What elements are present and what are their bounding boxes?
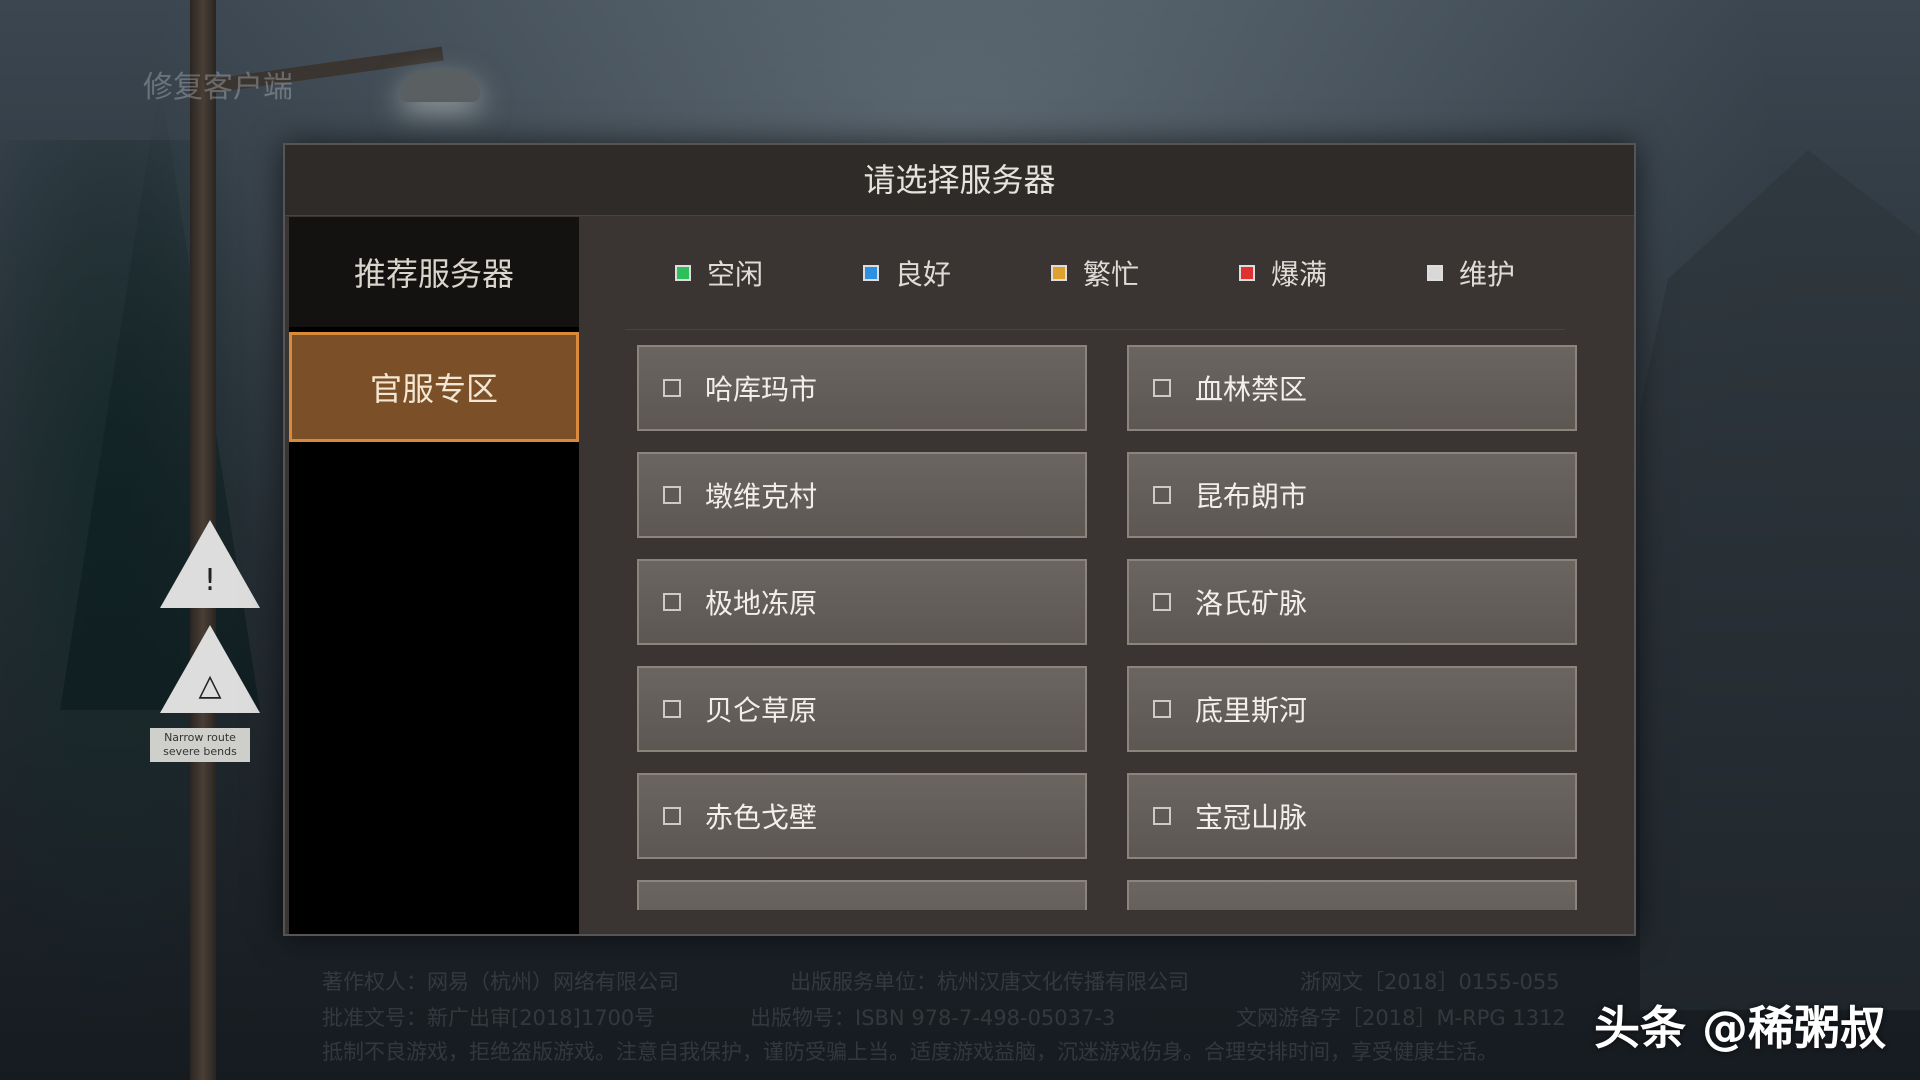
server-status-icon (663, 807, 681, 825)
server-name: 哈库玛市 (705, 373, 818, 406)
legend-label: 维护 (1458, 258, 1515, 291)
server-name: 墩维克村 (705, 480, 818, 513)
status-good-icon (862, 265, 879, 281)
footer-isbn: 出版物号：ISBN 978-7-498-05037-3 (750, 1006, 1116, 1030)
server-status-icon (663, 486, 681, 504)
road-sign-plate: Narrow route severe bends (150, 728, 250, 762)
server-name: 极地冻原 (705, 587, 818, 620)
footer-copyright-owner: 著作权人：网易（杭州）网络有限公司 (322, 970, 679, 994)
server-status-icon (1153, 379, 1171, 397)
status-idle-icon (674, 265, 691, 281)
repair-client-button[interactable]: 修复客户端 (143, 62, 293, 106)
footer-approval-number: 批准文号：新广出审[2018]1700号 (322, 1006, 656, 1030)
street-lamp-icon (400, 70, 480, 102)
server-button[interactable] (637, 880, 1087, 910)
legend-item-idle: 空闲 (674, 253, 763, 293)
sidebar-item-official[interactable]: 官服专区 (289, 332, 579, 442)
server-name: 赤色戈壁 (705, 801, 818, 834)
server-status-icon (663, 593, 681, 611)
legend-item-maintenance: 维护 (1426, 253, 1515, 293)
footer-publisher: 出版服务单位：杭州汉唐文化传播有限公司 (790, 970, 1189, 994)
footer-license: 浙网文［2018］0155-055 (1300, 970, 1560, 994)
server-button[interactable]: 哈库玛市 (637, 345, 1087, 431)
server-list[interactable]: 哈库玛市 血林禁区 墩维克村 昆布朗市 极地冻原 洛氏矿脉 贝仑草原 底里斯河 (637, 345, 1587, 910)
server-button[interactable]: 赤色戈壁 (637, 773, 1087, 859)
status-full-icon (1238, 265, 1255, 281)
server-button[interactable]: 贝仑草原 (637, 666, 1087, 752)
server-status-icon (1153, 486, 1171, 504)
background-house (1640, 150, 1920, 1010)
warning-sign-icon: ! (160, 520, 260, 608)
sidebar-item-label: 官服专区 (369, 370, 498, 408)
server-button[interactable]: 昆布朗市 (1127, 452, 1577, 538)
dialog-title: 请选择服务器 (285, 145, 1634, 216)
server-name: 洛氏矿脉 (1195, 587, 1308, 620)
server-name: 昆布朗市 (1195, 480, 1308, 513)
server-name: 贝仑草原 (705, 694, 818, 727)
legend-item-busy: 繁忙 (1050, 253, 1139, 293)
server-button[interactable]: 极地冻原 (637, 559, 1087, 645)
server-button[interactable]: 洛氏矿脉 (1127, 559, 1577, 645)
server-name: 血林禁区 (1195, 373, 1308, 406)
server-name: 底里斯河 (1195, 694, 1308, 727)
legend-label: 爆满 (1270, 258, 1327, 291)
server-button[interactable]: 墩维克村 (637, 452, 1087, 538)
server-status-icon (663, 700, 681, 718)
deer-crossing-sign-icon: △ (160, 625, 260, 713)
status-maintenance-icon (1426, 265, 1443, 281)
footer-health-notice: 抵制不良游戏，拒绝盗版游戏。注意自我保护，谨防受骗上当。适度游戏益脑，沉迷游戏伤… (322, 1040, 1498, 1064)
server-status-icon (1153, 700, 1171, 718)
server-status-legend: 空闲 良好 繁忙 爆满 维护 (625, 217, 1565, 330)
footer-record: 文网游备字［2018］M-RPG 1312 (1236, 1006, 1566, 1030)
legend-label: 空闲 (706, 258, 763, 291)
legend-label: 繁忙 (1082, 258, 1139, 291)
sidebar-item-recommended[interactable]: 推荐服务器 (289, 217, 579, 327)
server-button[interactable]: 宝冠山脉 (1127, 773, 1577, 859)
legend-item-good: 良好 (862, 253, 951, 293)
legend-item-full: 爆满 (1238, 253, 1327, 293)
watermark: 头条 @稀粥叔 (1593, 1001, 1886, 1055)
sidebar-item-label: 推荐服务器 (353, 255, 514, 293)
server-select-dialog: 请选择服务器 推荐服务器 官服专区 空闲 良好 繁忙 爆满 维护 哈库玛市 血林… (283, 143, 1636, 936)
server-status-icon (663, 379, 681, 397)
server-status-icon (1153, 807, 1171, 825)
server-button[interactable] (1127, 880, 1577, 910)
server-button[interactable]: 底里斯河 (1127, 666, 1577, 752)
server-name: 宝冠山脉 (1195, 801, 1308, 834)
status-busy-icon (1050, 265, 1067, 281)
server-category-sidebar: 推荐服务器 官服专区 (289, 217, 579, 934)
server-button[interactable]: 血林禁区 (1127, 345, 1577, 431)
legend-label: 良好 (894, 258, 951, 291)
server-status-icon (1153, 593, 1171, 611)
